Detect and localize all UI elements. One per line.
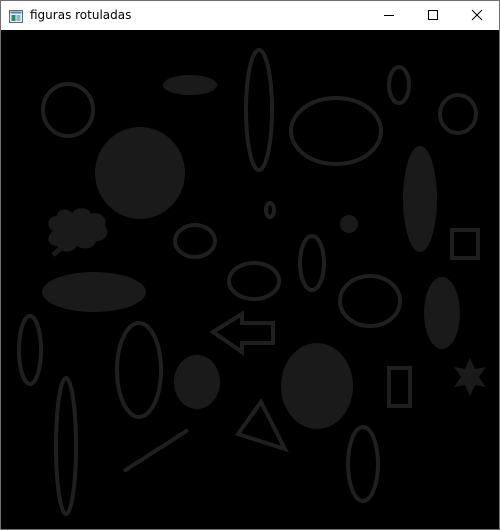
tall-narrow-ellipse-outline (54, 376, 78, 516)
maximize-icon (428, 10, 438, 20)
ellipse-outline (173, 223, 217, 259)
triangle-outline (234, 398, 289, 453)
close-icon (471, 9, 483, 21)
app-window: figuras rotuladas (0, 0, 500, 530)
line-segment (122, 428, 190, 473)
window-title: figuras rotuladas (30, 8, 132, 22)
minimize-icon (384, 15, 394, 16)
filled-small-circle (340, 215, 358, 233)
arrow-outline (209, 310, 275, 356)
minimize-button[interactable] (367, 1, 411, 29)
cloud-tail (51, 244, 65, 257)
filled-circle (95, 127, 185, 219)
window-app-icon (9, 8, 23, 23)
filled-circle (174, 355, 220, 409)
close-button[interactable] (455, 1, 499, 29)
filled-tall-ellipse (403, 146, 437, 252)
square-outline (450, 228, 480, 260)
tall-ellipse-outline (346, 425, 380, 503)
filled-cloud-shape (48, 208, 108, 252)
wide-ellipse-outline (289, 96, 383, 166)
tall-ellipse-outline (244, 48, 274, 172)
ellipse-outline (227, 261, 281, 301)
ellipse-outline (338, 274, 402, 328)
rectangle-outline (387, 366, 412, 408)
ring-shape (438, 93, 478, 135)
maximize-button[interactable] (411, 1, 455, 29)
filled-circle (281, 343, 353, 429)
filled-star (454, 358, 486, 396)
title-bar[interactable]: figuras rotuladas (1, 1, 499, 29)
small-ellipse-outline (387, 65, 411, 105)
tiny-ellipse-outline (264, 201, 276, 219)
ring-shape (41, 82, 95, 138)
filled-ellipse (424, 277, 460, 349)
tall-ellipse-outline (115, 321, 163, 419)
filled-wide-ellipse (42, 272, 146, 312)
ellipse-outline (298, 234, 326, 292)
filled-ellipse (163, 75, 217, 95)
narrow-ellipse-outline (17, 314, 43, 386)
image-canvas[interactable] (1, 30, 499, 529)
